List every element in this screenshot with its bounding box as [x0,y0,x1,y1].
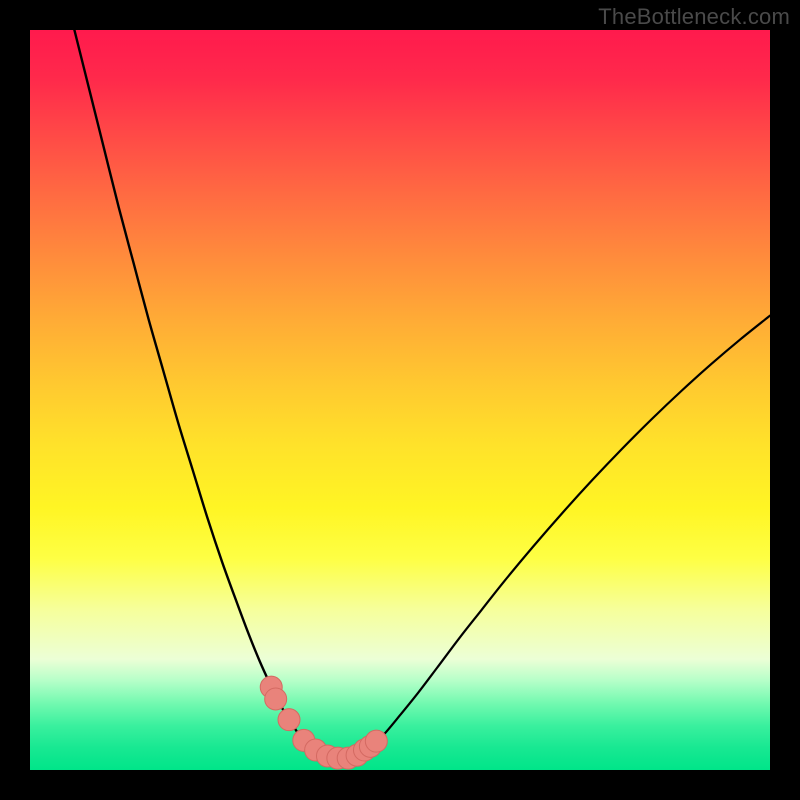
marker-point [265,688,287,710]
marker-point [278,709,300,731]
marker-group [260,676,387,769]
curve-left-branch [74,30,318,754]
chart-frame: TheBottleneck.com [0,0,800,800]
marker-point [365,730,387,752]
watermark-text: TheBottleneck.com [598,4,790,30]
curve-layer [30,30,770,770]
plot-area [30,30,770,770]
curve-right-branch [363,316,770,753]
